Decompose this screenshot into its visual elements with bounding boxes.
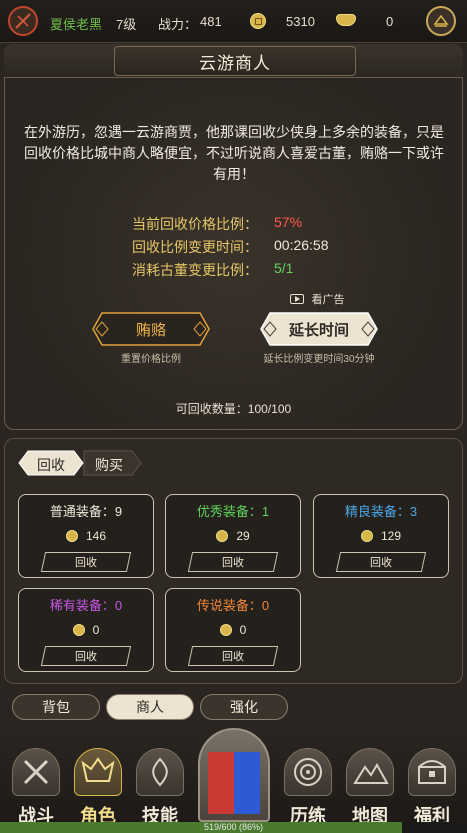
crossed-swords-icon xyxy=(12,748,60,796)
equipment-price: 29 xyxy=(166,529,300,543)
equipment-title: 优秀装备：1 xyxy=(196,504,270,519)
ingot-icon xyxy=(336,14,356,26)
menu-emblem-icon[interactable] xyxy=(426,6,456,36)
equipment-title: 传说装备：0 xyxy=(196,598,270,613)
power-value: 481 xyxy=(200,14,222,29)
equipment-title: 普通装备：9 xyxy=(49,504,123,519)
equipment-title: 精良装备：3 xyxy=(344,504,418,519)
watch-ad-label: 看广告 xyxy=(311,294,345,306)
coin-icon xyxy=(216,530,229,542)
price-value: 0 xyxy=(92,623,100,637)
nav-battle[interactable]: 战斗 xyxy=(6,730,66,826)
equipment-price: 146 xyxy=(19,529,153,543)
equipment-price: 0 xyxy=(19,623,153,637)
watch-ad[interactable]: 看广告 xyxy=(290,290,344,308)
price-value: 146 xyxy=(85,529,107,543)
nav-skills[interactable]: 技能 xyxy=(130,730,190,826)
extend-time-button-label: 延长时间 xyxy=(288,321,349,339)
tab-recycle-label: 回收 xyxy=(37,457,65,473)
recycle-button-label: 回收 xyxy=(222,557,244,569)
merchant-description: 在外游历，忽遇一云游商贾，他那课回收少侠身上多余的装备，只是回收价格比城中商人略… xyxy=(24,124,444,182)
equipment-card-legendary: 传说装备：0 0 回收 xyxy=(165,588,301,672)
coin-icon xyxy=(219,624,232,636)
recycle-button[interactable]: 回收 xyxy=(40,552,132,572)
extend-time-button[interactable]: 延长时间 xyxy=(260,312,378,346)
recycle-button[interactable]: 回收 xyxy=(335,552,427,572)
gold-amount: 5310 xyxy=(286,14,315,29)
player-name: 夏侯老黑 xyxy=(50,17,103,32)
player-level: 7级 xyxy=(116,17,137,32)
xp-bar-text: 519/600 (86%) xyxy=(203,822,264,832)
top-status-bar: 夏侯老黑 7级 战力： 481 5310 0 xyxy=(0,0,467,43)
antique-ratio-value: 5/1 xyxy=(274,260,294,276)
coin-icon xyxy=(72,624,85,636)
change-time-value: 00:26:58 xyxy=(274,237,329,253)
price-ratio-label: 当前回收价格比例： xyxy=(132,216,258,232)
recycle-button[interactable]: 回收 xyxy=(187,552,279,572)
equipment-title: 稀有装备：0 xyxy=(49,598,123,613)
change-time-label: 回收比例变更时间： xyxy=(132,239,258,255)
subtab-backpack[interactable]: 背包 xyxy=(12,694,100,720)
nav-character[interactable]: 角色 xyxy=(68,730,128,826)
equipment-price: 0 xyxy=(166,623,300,637)
nav-training[interactable]: 历练 xyxy=(278,730,338,826)
price-value: 0 xyxy=(239,623,247,637)
equipment-price: 129 xyxy=(314,529,448,543)
equipment-card-rare: 稀有装备：0 0 回收 xyxy=(18,588,154,672)
treasure-chest-icon xyxy=(408,748,456,796)
antique-ratio-label: 消耗古董变更比例： xyxy=(132,262,258,278)
recycle-button-label: 回收 xyxy=(75,557,97,569)
equipment-card-common: 普通装备：9 146 回收 xyxy=(18,494,154,578)
flame-skill-icon xyxy=(136,748,184,796)
merchant-title-bar: 云游商人 xyxy=(4,44,463,78)
price-value: 129 xyxy=(380,529,402,543)
coin-icon xyxy=(65,530,78,542)
tab-recycle[interactable]: 回收 xyxy=(18,450,84,476)
avatar-icon[interactable] xyxy=(8,6,38,36)
merchant-title: 云游商人 xyxy=(114,46,356,76)
recycle-button-label: 回收 xyxy=(75,651,97,663)
spiral-icon xyxy=(284,748,332,796)
ingot-amount: 0 xyxy=(386,14,394,29)
nav-map[interactable]: 地图 xyxy=(340,730,400,826)
equipment-card-good: 优秀装备：1 29 回收 xyxy=(165,494,301,578)
price-ratio-value: 57% xyxy=(274,214,303,230)
equipment-card-fine: 精良装备：3 129 回收 xyxy=(313,494,449,578)
tab-buy-label: 购买 xyxy=(95,457,123,473)
bribe-caption: 重置价格比例 xyxy=(121,354,181,365)
mountain-map-icon xyxy=(346,748,394,796)
power-label: 战力： xyxy=(158,17,198,32)
price-value: 29 xyxy=(236,529,250,543)
portal-gate-icon[interactable] xyxy=(194,728,274,822)
bribe-button[interactable]: 贿赂 xyxy=(92,312,210,346)
recycle-button-label: 回收 xyxy=(370,557,392,569)
subtab-merchant[interactable]: 商人 xyxy=(106,694,194,720)
recycle-button[interactable]: 回收 xyxy=(187,646,279,666)
coin-icon xyxy=(360,530,373,542)
tab-buy[interactable]: 购买 xyxy=(80,450,142,476)
subtab-enhance[interactable]: 强化 xyxy=(200,694,288,720)
character-crest-icon xyxy=(74,748,122,796)
video-icon xyxy=(290,294,304,304)
bribe-button-label: 贿赂 xyxy=(135,321,166,339)
nav-welfare[interactable]: 福利 xyxy=(402,730,462,826)
recycle-count: 可回收数量：100/100 xyxy=(175,402,292,416)
gold-coin-icon xyxy=(250,13,266,29)
recycle-button[interactable]: 回收 xyxy=(40,646,132,666)
extend-time-caption: 延长比例变更时间30分钟 xyxy=(263,354,375,365)
recycle-button-label: 回收 xyxy=(222,651,244,663)
